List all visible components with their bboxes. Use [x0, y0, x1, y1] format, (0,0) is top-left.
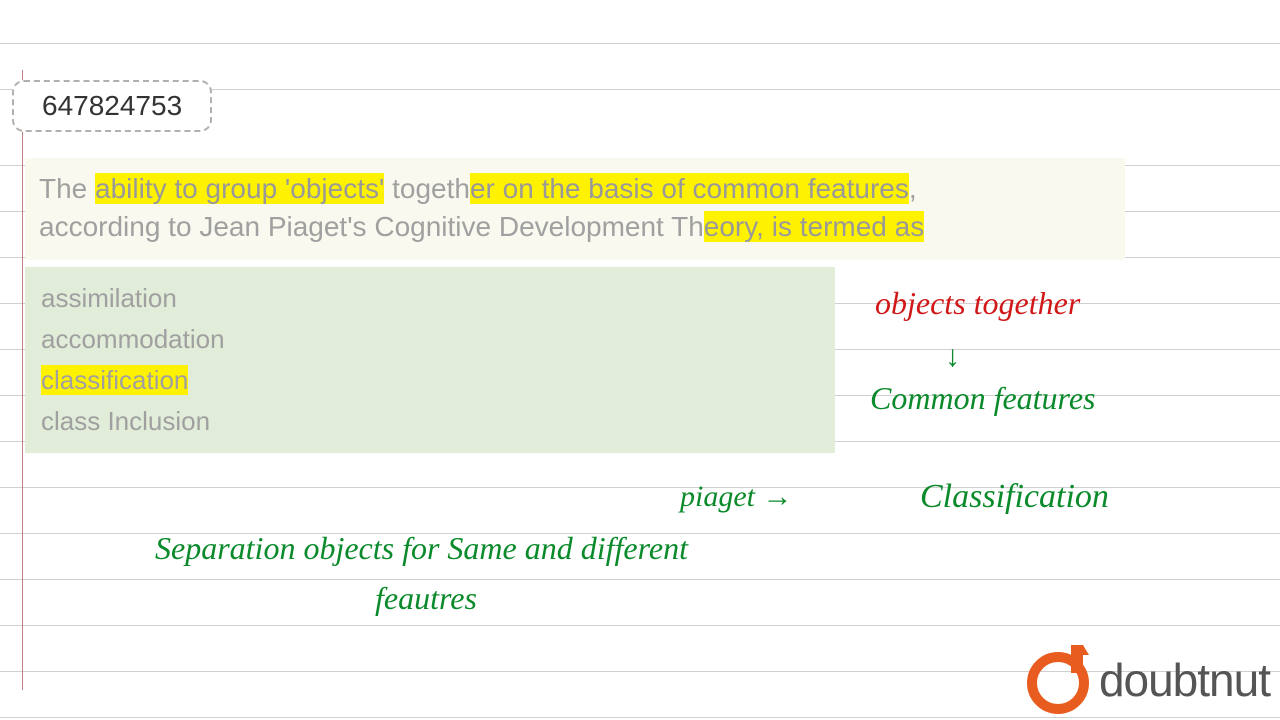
option-a[interactable]: assimilation [41, 279, 819, 318]
q-part: Cognitive Development Th [367, 211, 704, 242]
q-highlight: er on the basis of common features [470, 173, 909, 204]
annotation-green-2: piaget → [680, 480, 793, 514]
q-highlight: ability to group 'objects' [95, 173, 384, 204]
option-c[interactable]: classification [41, 361, 819, 400]
q-part: , [909, 173, 917, 204]
q-highlight: eory, is termed as [704, 211, 924, 242]
margin-line [22, 70, 23, 690]
arrow-down-icon: ↓ [945, 340, 960, 374]
annotation-red-1: objects together [875, 285, 1080, 322]
brand-logo: doubtnut [1023, 645, 1270, 715]
annotation-green-3: Classification [920, 478, 1109, 516]
option-c-highlight: classification [41, 365, 188, 395]
option-b[interactable]: accommodation [41, 320, 819, 359]
question-container: The ability to group 'objects' together … [25, 158, 1125, 260]
q-part: according to Jean Piaget's [39, 211, 367, 242]
annotation-green-1: Common features [870, 380, 1095, 417]
q-part: togeth [384, 173, 470, 204]
question-id: 647824753 [42, 90, 182, 121]
doubtnut-icon [1023, 645, 1093, 715]
option-d[interactable]: class Inclusion [41, 402, 819, 441]
question-text: The ability to group 'objects' together … [39, 170, 1111, 246]
logo-text: doubtnut [1099, 653, 1270, 707]
question-id-box: 647824753 [12, 80, 212, 132]
options-container: assimilation accommodation classificatio… [25, 267, 835, 453]
annotation-green-5: feautres [375, 580, 477, 617]
annotation-green-4: Separation objects for Same and differen… [155, 530, 688, 567]
q-part: The [39, 173, 95, 204]
